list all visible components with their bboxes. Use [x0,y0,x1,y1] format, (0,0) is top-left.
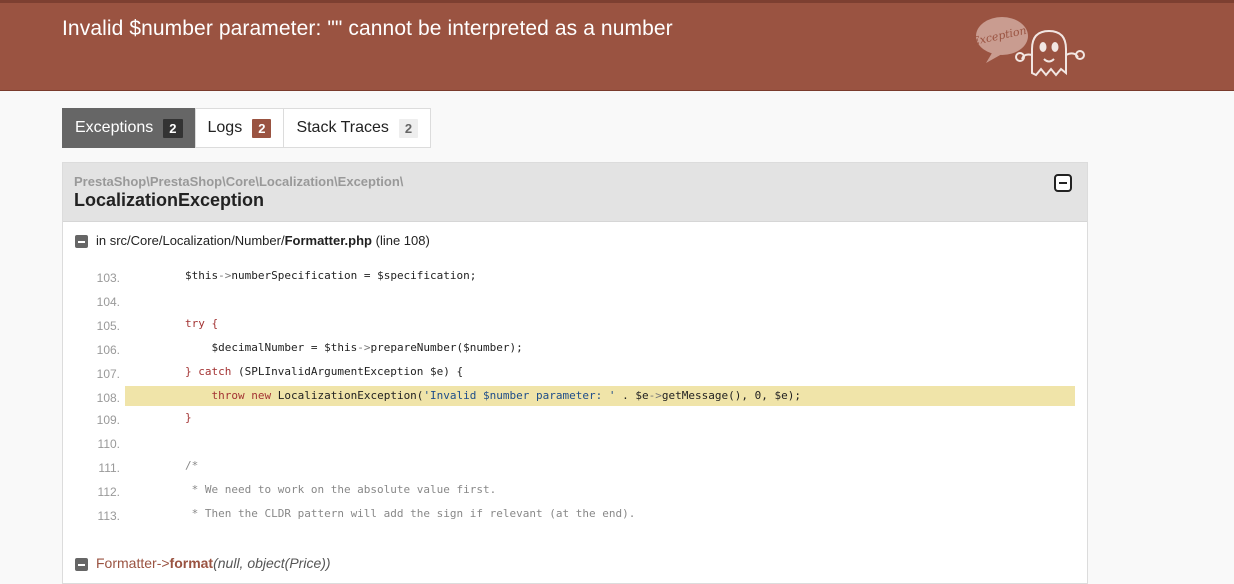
trace-method: format [169,555,214,571]
line-number: 110. [97,437,120,451]
line-code: try { [125,314,1075,334]
code-line: 111. /* [63,456,1085,480]
line-number: 108. [96,391,120,405]
line-number: 104. [96,295,120,309]
line-number: 106. [96,343,120,357]
tab-logs-label: Logs [207,119,243,136]
trace-arrow: -> [156,555,170,571]
tab-logs[interactable]: Logs 2 [194,108,285,148]
code-token: /* [185,459,199,472]
line-code: $decimalNumber = $this->prepareNumber($n… [125,338,1075,358]
line-number: 111. [98,461,120,475]
tab-logs-count: 2 [252,118,272,138]
line-code: } [125,408,1075,428]
ghost-logo-icon: Exception! [974,17,1085,77]
code-line: 104. [63,290,1085,314]
code-token: $this [185,269,219,282]
tab-exceptions[interactable]: Exceptions 2 [62,108,196,148]
code-token: . $e [615,389,649,402]
code-token: } [185,411,192,424]
line-code: $this->numberSpecification = $specificat… [125,266,1075,286]
page-title: Invalid $number parameter: "" cannot be … [62,17,673,40]
tab-bar: Exceptions 2 Logs 2 Stack Traces 2 [62,108,432,148]
code-line: 112. * We need to work on the absolute v… [63,480,1085,504]
code-token: -> [648,389,662,402]
line-number: 107. [96,367,120,381]
code-token: 'Invalid $number parameter: ' [423,389,616,402]
code-token: throw new [211,389,278,402]
next-trace-line[interactable]: Formatter->format(null, object(Price)) [75,555,331,571]
exception-panel: PrestaShop\PrestaShop\Core\Localization\… [62,162,1088,584]
code-token: prepareNumber($number); [370,341,523,354]
tab-exceptions-label: Exceptions [75,119,154,136]
line-code: } catch (SPLInvalidArgumentException $e)… [125,362,1075,382]
code-token: try { [185,317,219,330]
code-line: 110. [63,432,1085,456]
exception-header: PrestaShop\PrestaShop\Core\Localization\… [63,163,1087,222]
code-line: 103. $this->numberSpecification = $specif… [63,266,1085,290]
line-number: 112. [97,485,120,499]
code-line: 106. $decimalNumber = $this->prepareNumb… [63,338,1085,362]
expand-trace-icon[interactable] [75,558,88,571]
line-number: 109. [96,413,120,427]
code-token: numberSpecification = $specification; [231,269,477,282]
exception-class: LocalizationException [74,190,265,210]
line-number: 113. [97,509,120,523]
file-path-prefix: in src/Core/Localization/Number/ [96,233,285,248]
code-excerpt: 103. $this->numberSpecification = $specif… [63,266,1085,528]
tab-stack-traces[interactable]: Stack Traces 2 [283,108,432,148]
code-line: 105. try { [63,314,1085,338]
trace-args: (null, object(Price)) [213,555,331,571]
collapse-trace-icon[interactable] [75,235,88,248]
line-info: (line 108) [375,233,430,248]
error-header: Invalid $number parameter: "" cannot be … [0,0,1234,91]
code-token: } catch [185,365,238,378]
code-line: 107. } catch (SPLInvalidArgumentException… [63,362,1085,386]
tab-stack-traces-count: 2 [398,118,419,138]
code-line-highlighted: 108. throw new LocalizationException('In… [63,386,1085,408]
collapse-button[interactable] [1054,174,1072,192]
line-code: throw new LocalizationException('Invalid… [125,386,1075,406]
code-line: 113. * Then the CLDR pattern will add th… [63,504,1085,528]
code-token: getMessage(), 0, $e); [661,389,801,402]
code-token: -> [218,269,232,282]
code-token: * We need to work on the absolute value … [185,483,497,496]
code-token: * Then the CLDR pattern will add the sig… [185,507,636,520]
trace-class: Formatter [96,555,157,571]
line-code: /* [125,456,1075,476]
code-line: 109.} [63,408,1085,432]
tab-stack-traces-label: Stack Traces [296,119,389,136]
code-token: -> [357,341,371,354]
file-name: Formatter.php [284,233,372,248]
tab-exceptions-count: 2 [163,118,183,138]
code-token: $decimalNumber = $this [211,341,358,354]
line-number: 103. [96,271,120,285]
trace-file-line[interactable]: in src/Core/Localization/Number/Formatte… [75,233,430,248]
exception-namespace: PrestaShop\PrestaShop\Core\Localization\… [74,174,404,189]
line-code: * Then the CLDR pattern will add the sig… [125,504,1075,524]
code-token: (SPLInvalidArgumentException $e) { [237,365,464,378]
line-number: 105. [96,319,120,333]
line-code: * We need to work on the absolute value … [125,480,1075,500]
code-token: LocalizationException( [277,389,424,402]
